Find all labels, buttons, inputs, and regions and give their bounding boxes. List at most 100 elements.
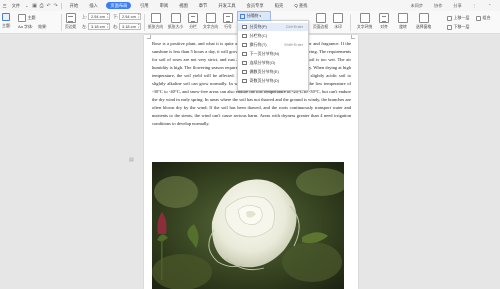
margin-top-input[interactable]: 2.54 cm <box>88 13 110 20</box>
paragraph-handle-icon[interactable]: ▤ <box>129 157 134 163</box>
margin-right-label-text: 右: <box>113 23 119 29</box>
align-button[interactable]: 对齐 <box>379 13 389 30</box>
theme-dropdown[interactable]: 主题· <box>2 23 11 29</box>
tab-home[interactable]: 开始 <box>64 0 84 11</box>
margins-icon <box>65 13 76 23</box>
menu-item-label: 分栏符(C) <box>249 33 268 38</box>
breaks-dropdown-menu: 分页符(P) Ctrl+Enter 分栏符(C) 换行符(T) Shift+En… <box>237 20 309 91</box>
file-menu[interactable]: 文件 <box>9 0 22 11</box>
orientation-button[interactable]: 纸张方向 <box>148 13 163 30</box>
text-wrap-icon <box>359 13 370 23</box>
effects-button[interactable]: 效果· <box>38 24 47 30</box>
margin-corner-mark <box>147 35 151 39</box>
margin-right-label: 右: <box>113 24 118 30</box>
text-direction-label: 文字方向 <box>203 24 219 29</box>
menu-item-next-page-section[interactable]: 下一页分节符(N) <box>238 50 308 58</box>
send-backward-label: 下移一层 <box>453 24 470 29</box>
margin-left-label-text: 左: <box>82 23 88 29</box>
line-break-icon <box>242 42 247 48</box>
tab-sections[interactable]: 章节 <box>193 0 213 11</box>
search-hint[interactable]: Q 查找 <box>289 0 313 11</box>
tab-developer[interactable]: 开发工具 <box>213 0 241 11</box>
text-direction-icon <box>205 13 216 23</box>
breaks-label: 分隔符 <box>246 13 259 18</box>
menu-item-continuous-section[interactable]: 连续分节符(O) <box>238 59 308 67</box>
page-break-icon <box>242 24 247 30</box>
divider <box>61 2 63 9</box>
group-button[interactable]: 组合 <box>476 15 491 21</box>
bring-forward-icon <box>447 15 452 21</box>
section-break-icon <box>242 51 247 57</box>
menu-item-even-page-section[interactable]: 偶数页分节符(E) <box>238 68 308 76</box>
select-pane-label: 选择窗格 <box>416 24 432 29</box>
section-break-icon <box>242 60 247 66</box>
undo-icon[interactable]: ↶ <box>45 0 52 11</box>
page-border-icon <box>315 13 326 23</box>
tab-references[interactable]: 引用 <box>134 0 154 11</box>
collab-button[interactable]: 协作 <box>432 0 445 11</box>
margins-button[interactable]: 页边距 <box>65 13 76 30</box>
tab-docer[interactable]: 稻壳 <box>269 0 289 11</box>
chevron-down-icon: ▾ <box>259 14 262 18</box>
border-label: 页面边框 <box>313 24 329 29</box>
file-menu-chevron-icon[interactable]: ⌄ <box>23 0 32 11</box>
text-direction-button[interactable]: 文字方向 <box>203 13 218 30</box>
columns-button[interactable]: 分栏 <box>188 13 198 30</box>
tab-review[interactable]: 审阅 <box>154 0 174 11</box>
margin-right-input[interactable]: 3.18 cm <box>119 23 141 30</box>
menu-item-label: 分页符(P) <box>249 24 267 29</box>
tab-view[interactable]: 视图 <box>174 0 194 11</box>
group-label: 组合 <box>482 15 491 20</box>
align-label: 对齐 <box>380 24 388 29</box>
wrap-label: 文字环绕 <box>357 24 373 29</box>
rotate-label: 旋转 <box>399 24 407 29</box>
size-label: 纸张大小 <box>168 24 184 29</box>
selection-pane-icon <box>418 13 429 23</box>
menu-item-label: 奇数页分节符(D) <box>249 78 280 83</box>
section-break-icon <box>242 78 247 84</box>
breaks-button[interactable]: 分隔符 ▾ <box>237 11 271 21</box>
send-backward-button[interactable]: 下移一层 <box>447 24 470 30</box>
theme-button[interactable] <box>2 13 12 21</box>
bring-forward-button[interactable]: 上移一层 <box>447 15 470 21</box>
divider <box>61 14 62 31</box>
redo-icon[interactable]: ↷ <box>52 0 59 11</box>
rotate-button[interactable]: 旋转 <box>398 13 408 30</box>
menu-item-label: 偶数页分节符(E) <box>249 69 279 74</box>
colors-button[interactable]: 主题 <box>18 14 36 22</box>
margin-left-input[interactable]: 3.18 cm <box>88 23 110 30</box>
tab-insert[interactable]: 插入 <box>84 0 104 11</box>
menu-item-label: 下一页分节符(N) <box>249 51 280 56</box>
print-icon[interactable]: ⎙ <box>38 0 45 11</box>
columns-icon <box>188 13 198 23</box>
margins-label: 页边距 <box>65 24 77 29</box>
size-button[interactable]: 纸张大小 <box>168 13 183 30</box>
group-icon <box>476 15 481 21</box>
watermark-button[interactable]: 水印 <box>333 13 343 30</box>
menu-item-shortcut: Shift+Enter <box>284 43 303 47</box>
line-number-button[interactable]: 行号 <box>223 13 233 30</box>
menu-item-line-break[interactable]: 换行符(T) Shift+Enter <box>238 41 308 49</box>
select-pane-button[interactable]: 选择窗格 <box>416 13 431 30</box>
watermark-label: 水印 <box>334 24 342 29</box>
margin-bottom-input[interactable]: 2.54 cm <box>119 13 141 20</box>
more-icon[interactable]: ⋮ <box>470 0 479 11</box>
menu-item-page-break[interactable]: 分页符(P) Ctrl+Enter <box>238 23 308 31</box>
bring-forward-label: 上移一层 <box>453 15 470 20</box>
rose-photo[interactable] <box>152 162 344 289</box>
sync-status[interactable]: 未同步 <box>408 0 426 11</box>
menu-item-shortcut: Ctrl+Enter <box>285 25 303 29</box>
share-button[interactable]: 分享 <box>451 0 464 11</box>
margin-bottom-label: 下: <box>113 14 118 20</box>
tab-page-layout[interactable]: 页面布局 <box>106 2 132 9</box>
margin-top-label-text: 上: <box>82 13 88 19</box>
tab-member[interactable]: 会员专享 <box>241 0 269 11</box>
wrap-button[interactable]: 文字环绕 <box>357 13 372 30</box>
collapse-ribbon-icon[interactable]: ⌃ <box>485 0 494 11</box>
save-icon[interactable]: ▣ <box>31 0 38 11</box>
menu-item-column-break[interactable]: 分栏符(C) <box>238 32 308 40</box>
border-button[interactable]: 页面边框 <box>313 13 328 30</box>
fonts-button[interactable]: Aa 字体· <box>18 24 33 30</box>
app-menu-icon[interactable]: 三 <box>0 0 9 11</box>
menu-item-odd-page-section[interactable]: 奇数页分节符(D) <box>238 77 308 85</box>
